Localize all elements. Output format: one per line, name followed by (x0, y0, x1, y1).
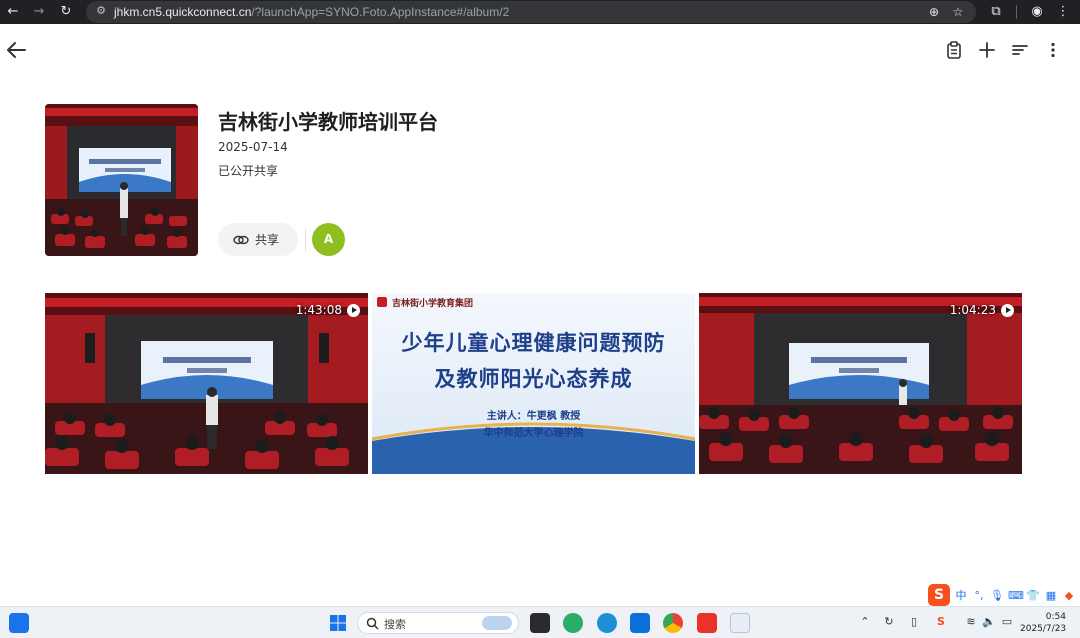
auditorium-photo (45, 293, 368, 474)
wifi-icon[interactable]: ≋ (964, 615, 978, 628)
browser-menu-icon[interactable]: ⋮ (1054, 3, 1072, 21)
sync-icon[interactable]: ↻ (882, 615, 896, 628)
back-arrow-icon[interactable]: ← (4, 3, 22, 21)
more-options-icon[interactable] (1043, 40, 1063, 60)
slide-speaker: 主讲人：牛更枫 教授 (486, 411, 581, 422)
forward-arrow-icon[interactable]: → (30, 3, 48, 21)
clock-time: 0:54 (1045, 612, 1066, 622)
windows-start-icon[interactable] (328, 613, 348, 633)
url-text[interactable]: jhkm.cn5.quickconnect.cn/?launchApp=SYNO… (114, 4, 509, 20)
video-duration: 1:04:23 (950, 303, 1014, 317)
sort-icon[interactable] (1010, 40, 1030, 60)
album-cover-image (45, 104, 198, 256)
slide-title-line1: 少年儿童心理健康问题预防 (401, 330, 666, 355)
site-info-icon[interactable]: ⚙ (94, 4, 108, 18)
media-thumbnail-video[interactable]: 1:43:08 (45, 293, 368, 474)
search-label: 搜索 (384, 618, 406, 631)
tray-app-icon[interactable]: ▯ (907, 615, 921, 628)
play-icon (347, 303, 360, 317)
tray-overflow-icon[interactable]: ⌃ (858, 615, 872, 628)
skin-icon[interactable]: 👕 (1026, 589, 1040, 602)
browser-toolbar: ← → ↻ ⚙ jhkm.cn5.quickconnect.cn/?launch… (0, 0, 1080, 24)
ime-toolbar: S 中 °, 🎙 ⌨ 👕 ▦ ◆ (928, 584, 1078, 606)
battery-icon[interactable]: ▭ (1000, 615, 1014, 628)
share-button-label: 共享 (255, 233, 280, 247)
edge-browser-icon[interactable] (597, 613, 617, 633)
link-icon (233, 235, 249, 244)
microphone-icon[interactable]: 🎙 (990, 589, 1004, 602)
chrome-icon[interactable] (663, 613, 683, 633)
sogou-tray-icon[interactable]: S (934, 615, 948, 628)
album-date: 2025-07-14 (218, 140, 288, 154)
duration-text: 1:43:08 (295, 303, 342, 317)
system-clock[interactable]: 0:54 2025/7/23 (1020, 611, 1066, 635)
clock-date: 2025/7/23 (1020, 624, 1067, 634)
widgets-icon[interactable] (9, 613, 29, 633)
media-thumbnail-photo[interactable]: 吉林街小学教育集团 少年儿童心理健康问题预防 及教师阳光心态养成 主讲人：牛更枫… (372, 293, 695, 474)
profile-icon[interactable]: ◉ (1028, 3, 1046, 21)
auditorium-photo (699, 293, 1022, 474)
wechat-icon[interactable] (563, 613, 583, 633)
extensions-icon[interactable]: ⧉ (987, 3, 1005, 21)
taskbar-search[interactable]: 搜索 (357, 612, 519, 634)
search-highlight-icon (482, 616, 512, 630)
album-title: 吉林街小学教师培训平台 (218, 110, 438, 134)
add-icon[interactable] (977, 40, 997, 60)
ime-mode[interactable]: 中 (954, 587, 968, 603)
ime-logo-icon[interactable]: S (928, 584, 950, 606)
punctuation-icon[interactable]: °, (972, 589, 986, 602)
user-avatar[interactable]: A (312, 223, 345, 256)
slide-org-name: 吉林街小学教育集团 (392, 299, 474, 309)
reload-icon[interactable]: ↻ (57, 3, 75, 21)
toolbar-divider (1016, 5, 1017, 19)
search-icon (366, 617, 379, 630)
slide-title-line2: 及教师阳光心态养成 (434, 366, 633, 391)
wps-icon[interactable] (697, 613, 717, 633)
task-view-icon[interactable] (530, 613, 550, 633)
album-share-status: 已公开共享 (218, 164, 279, 178)
feishu-icon[interactable] (630, 613, 650, 633)
ime-extra-icon[interactable]: ◆ (1062, 589, 1076, 602)
remote-desktop-icon[interactable] (730, 613, 750, 633)
toolbox-icon[interactable]: ▦ (1044, 589, 1058, 602)
zoom-icon[interactable]: ⊕ (926, 4, 942, 20)
keyboard-icon[interactable]: ⌨ (1008, 589, 1024, 602)
slide-affiliation: 华中师范大学心理学院 (483, 428, 584, 439)
volume-icon[interactable]: 🔈 (982, 615, 996, 628)
media-thumbnail-video[interactable]: 1:04:23 (699, 293, 1022, 474)
back-arrow-icon[interactable] (5, 40, 27, 60)
share-button[interactable]: 共享 (218, 223, 298, 256)
taskbar: 搜索 ⌃ ↻ ▯ S ≋ 🔈 ▭ 0:54 2025/7/23 (0, 606, 1080, 638)
play-icon (1001, 303, 1014, 317)
address-bar[interactable]: ⚙ jhkm.cn5.quickconnect.cn/?launchApp=SY… (86, 1, 976, 23)
clipboard-icon[interactable] (944, 40, 964, 60)
duration-text: 1:04:23 (949, 303, 996, 317)
share-divider (305, 229, 306, 251)
video-duration: 1:43:08 (296, 303, 360, 317)
bookmark-star-icon[interactable]: ☆ (950, 4, 966, 20)
